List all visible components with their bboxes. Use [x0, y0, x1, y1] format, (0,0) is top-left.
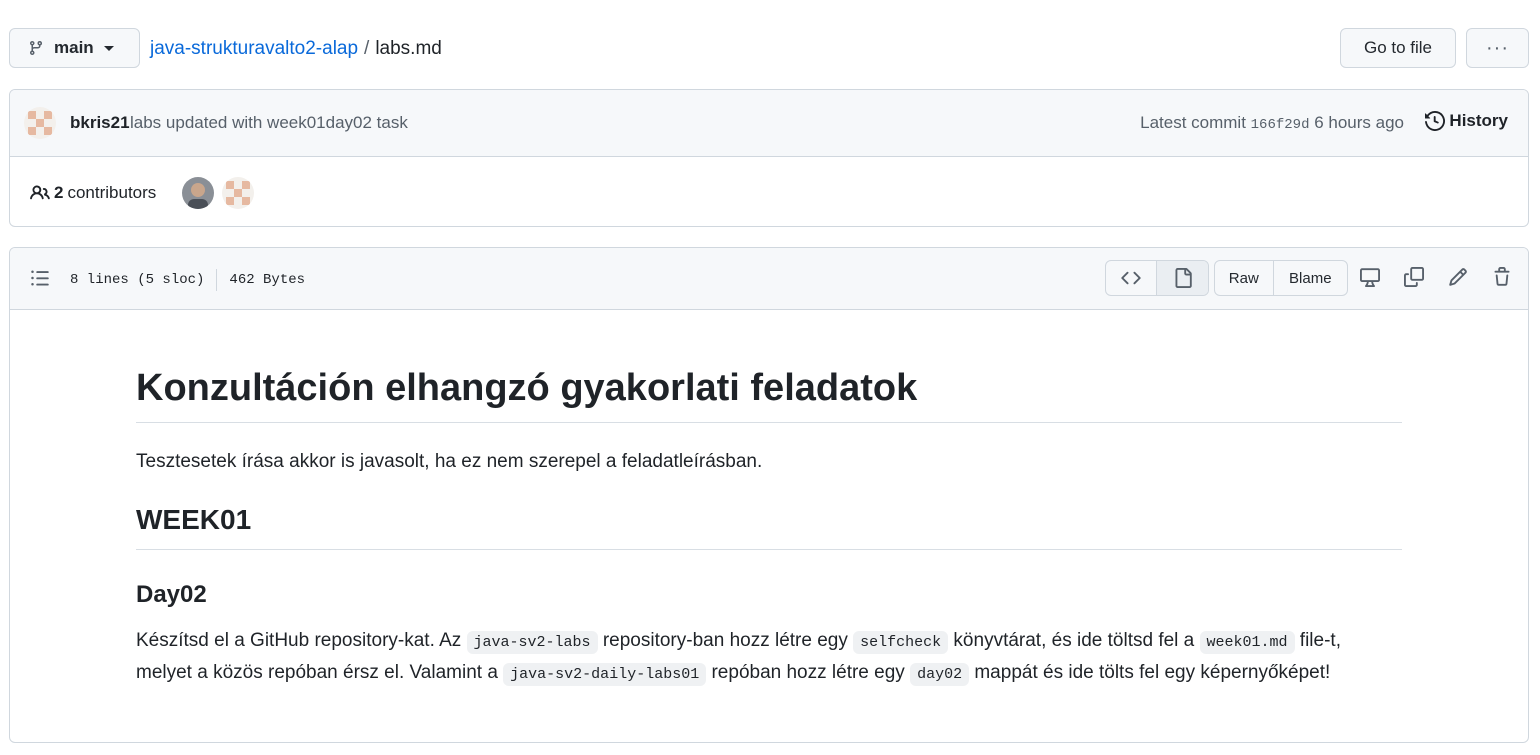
latest-commit-row: bkris21 labs updated with week01day02 ta… [10, 90, 1528, 157]
go-to-file-button[interactable]: Go to file [1340, 28, 1456, 68]
list-icon[interactable] [30, 268, 50, 291]
file-navigation: main java-strukturavalto2-alap / labs.md… [9, 28, 1529, 69]
breadcrumb-file-name: labs.md [375, 38, 442, 59]
raw-blame-group: Raw Blame [1214, 260, 1348, 296]
history-link[interactable]: History [1425, 111, 1508, 131]
task-text: repóban hozz létre egy [706, 662, 911, 683]
readme-task-paragraph: Készítsd el a GitHub repository-kat. Az … [136, 626, 1402, 690]
commit-time: 6 hours ago [1314, 113, 1404, 132]
readme-week-heading: WEEK01 [136, 502, 1402, 550]
file-size: 462 Bytes [229, 272, 306, 288]
contributors-link[interactable]: 2 contributors [30, 183, 156, 203]
divider [216, 269, 218, 291]
git-branch-icon [29, 41, 42, 56]
copy-icon[interactable] [1404, 267, 1424, 290]
file-header: 8 lines (5 sloc) 462 Bytes Raw Blame [10, 248, 1528, 310]
readme-intro: Tesztesetek írása akkor is javasolt, ha … [136, 451, 763, 472]
contributor-avatar[interactable] [182, 177, 214, 209]
trash-icon[interactable] [1492, 267, 1512, 290]
branch-name: main [54, 38, 94, 57]
contributors-count: 2 [54, 183, 64, 202]
blame-button[interactable]: Blame [1274, 261, 1347, 295]
commit-message-link[interactable]: labs updated with week01day02 task [130, 113, 408, 133]
contributors-row: 2 contributors [10, 157, 1528, 226]
branch-selector-button[interactable]: main [9, 28, 140, 68]
code-view-button[interactable] [1106, 261, 1156, 295]
task-text: repository-ban hozz létre egy [597, 630, 854, 651]
markdown-body: Konzultáción elhangzó gyakorlati feladat… [136, 310, 1402, 690]
contributor-avatar[interactable] [222, 177, 254, 209]
commit-box: bkris21 labs updated with week01day02 ta… [9, 89, 1529, 227]
inline-code: day02 [910, 663, 970, 686]
readme-heading: Konzultáción elhangzó gyakorlati feladat… [136, 366, 1402, 423]
history-label: History [1449, 111, 1508, 130]
task-text: könyvtárat, és ide töltsd fel a [948, 630, 1200, 651]
caret-down-icon [103, 45, 114, 51]
file-lines: 8 lines (5 sloc) [70, 272, 205, 288]
pencil-icon[interactable] [1448, 267, 1468, 290]
history-icon [1425, 111, 1446, 131]
commit-author-link[interactable]: bkris21 [70, 113, 130, 133]
inline-code: week01.md [1199, 631, 1295, 654]
latest-commit-label: Latest commit [1140, 113, 1246, 132]
more-options-button[interactable]: ··· [1466, 28, 1529, 68]
inline-code: java-sv2-daily-labs01 [503, 663, 707, 686]
task-text: Készítsd el a GitHub repository-kat. Az [136, 630, 467, 651]
readme-day-heading: Day02 [136, 581, 207, 608]
latest-commit-info: Latest commit 166f29d 6 hours ago [1140, 113, 1404, 133]
task-text: mappát és ide tölts fel egy képernyőképe… [969, 662, 1331, 683]
file-info: 8 lines (5 sloc) 462 Bytes [70, 269, 305, 291]
view-mode-toggle [1105, 260, 1209, 296]
contributors-label: contributors [67, 183, 157, 202]
file-viewer: 8 lines (5 sloc) 462 Bytes Raw Blame Kon… [9, 247, 1529, 743]
breadcrumb-separator: / [364, 38, 370, 59]
desktop-icon[interactable] [1360, 267, 1380, 290]
commit-sha-link[interactable]: 166f29d [1251, 117, 1310, 133]
inline-code: java-sv2-labs [466, 631, 598, 654]
preview-view-button[interactable] [1156, 261, 1208, 295]
breadcrumb-repo-link[interactable]: java-strukturavalto2-alap [150, 38, 358, 60]
code-icon [1121, 271, 1141, 285]
raw-button[interactable]: Raw [1215, 261, 1274, 295]
avatar[interactable] [24, 107, 56, 139]
breadcrumb: java-strukturavalto2-alap / labs.md [150, 38, 442, 60]
people-icon [30, 185, 50, 200]
inline-code: selfcheck [853, 631, 949, 654]
file-icon [1175, 268, 1192, 288]
